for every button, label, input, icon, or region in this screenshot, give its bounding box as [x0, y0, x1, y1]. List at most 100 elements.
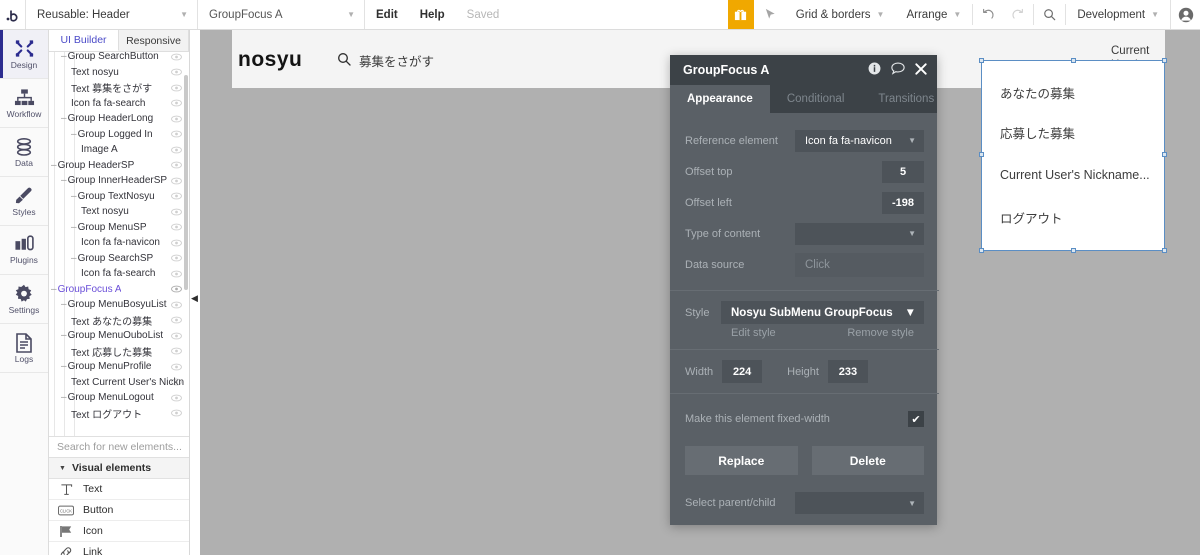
tree-expand-dash-icon[interactable]: –: [61, 361, 67, 372]
sidebar-item-design[interactable]: Design: [0, 30, 48, 79]
group-focus-a-selected[interactable]: あなたの募集 応募した募集 Current User's Nickname...…: [979, 58, 1167, 253]
resize-handle-n[interactable]: [1071, 58, 1076, 63]
collapse-panel-arrow-icon[interactable]: ◀: [190, 288, 199, 308]
style-select[interactable]: Nosyu SubMenu GroupFocus ▼: [721, 301, 924, 324]
menu-help[interactable]: Help: [409, 0, 456, 29]
comment-icon[interactable]: [891, 62, 905, 78]
sidebar-item-data[interactable]: Data: [0, 128, 48, 177]
tree-row[interactable]: Icon fa fa-navicon: [49, 235, 189, 251]
visibility-eye-icon[interactable]: [171, 409, 182, 417]
tree-row[interactable]: Text あなたの募集: [49, 313, 189, 329]
sidebar-item-styles[interactable]: Styles: [0, 177, 48, 226]
visibility-eye-icon[interactable]: [171, 177, 182, 185]
tab-conditional[interactable]: Conditional: [770, 85, 862, 113]
replace-button[interactable]: Replace: [685, 446, 798, 475]
tree-expand-dash-icon[interactable]: –: [61, 392, 67, 403]
width-input[interactable]: 224: [722, 360, 763, 383]
tree-row[interactable]: Icon fa fa-search: [49, 266, 189, 282]
visibility-eye-icon[interactable]: [171, 316, 182, 324]
tree-row[interactable]: – Group MenuProfile: [49, 359, 189, 375]
visibility-eye-icon[interactable]: [171, 301, 182, 309]
info-icon[interactable]: [868, 62, 881, 78]
visibility-eye-icon[interactable]: [171, 285, 182, 293]
tree-expand-dash-icon[interactable]: –: [71, 222, 77, 233]
fixed-width-checkbox[interactable]: ✔: [908, 411, 924, 427]
resize-handle-se[interactable]: [1162, 248, 1167, 253]
search-icon[interactable]: [1034, 0, 1065, 29]
tab-transitions[interactable]: Transitions: [861, 85, 951, 113]
tab-responsive[interactable]: Responsive: [119, 30, 189, 51]
tab-ui-builder[interactable]: UI Builder: [49, 30, 119, 51]
redo-icon[interactable]: [1003, 0, 1033, 29]
tree-row[interactable]: – Group SearchButton: [49, 52, 189, 65]
visibility-eye-icon[interactable]: [171, 254, 182, 262]
sidebar-item-workflow[interactable]: Workflow: [0, 79, 48, 128]
search-new-elements-input[interactable]: Search for new elements...: [49, 436, 189, 458]
visibility-eye-icon[interactable]: [171, 99, 182, 107]
tree-row[interactable]: – Group InnerHeaderSP: [49, 173, 189, 189]
tree-row[interactable]: Text Current User's Nickn: [49, 375, 189, 391]
tree-row[interactable]: Text nosyu: [49, 204, 189, 220]
visibility-eye-icon[interactable]: [171, 363, 182, 371]
menu-edit[interactable]: Edit: [365, 0, 409, 29]
resize-handle-ne[interactable]: [1162, 58, 1167, 63]
version-selector[interactable]: Development ▼: [1066, 0, 1170, 29]
menu-item-profile[interactable]: Current User's Nickname...: [1000, 168, 1150, 182]
delete-button[interactable]: Delete: [811, 446, 924, 475]
tree-expand-dash-icon[interactable]: –: [71, 253, 77, 264]
sidebar-item-settings[interactable]: Settings: [0, 275, 48, 324]
resize-handle-nw[interactable]: [979, 58, 984, 63]
tree-row[interactable]: Text 応募した募集: [49, 344, 189, 360]
tree-row[interactable]: – Group MenuBosyuList: [49, 297, 189, 313]
tree-row[interactable]: – Group MenuLogout: [49, 390, 189, 406]
app-logo-icon[interactable]: [0, 0, 26, 29]
visibility-eye-icon[interactable]: [171, 332, 182, 340]
palette-item-button[interactable]: CLICK Button: [49, 500, 189, 521]
menu-item-oubo[interactable]: 応募した募集: [1000, 123, 1075, 142]
tree-expand-dash-icon[interactable]: –: [61, 175, 67, 186]
palette-item-icon[interactable]: Icon: [49, 521, 189, 542]
element-selector[interactable]: GroupFocus A ▼: [198, 0, 365, 29]
visibility-eye-icon[interactable]: [171, 53, 182, 61]
remove-style-link[interactable]: Remove style: [847, 327, 914, 339]
height-input[interactable]: 233: [827, 360, 868, 383]
dialog-titlebar[interactable]: GroupFocus A: [670, 55, 937, 85]
visibility-eye-icon[interactable]: [171, 223, 182, 231]
tree-expand-dash-icon[interactable]: –: [61, 52, 67, 62]
tree-expand-dash-icon[interactable]: –: [71, 129, 77, 140]
select-parent-child-select[interactable]: ▼: [795, 492, 924, 514]
visibility-eye-icon[interactable]: [171, 378, 182, 386]
offset-top-input[interactable]: 5: [882, 160, 924, 183]
resize-handle-e[interactable]: [1162, 152, 1167, 157]
visibility-eye-icon[interactable]: [171, 208, 182, 216]
tree-expand-dash-icon[interactable]: –: [71, 191, 77, 202]
tree-row[interactable]: – Group MenuOuboList: [49, 328, 189, 344]
element-property-dialog[interactable]: GroupFocus A Appearance Conditional Tran…: [670, 55, 939, 525]
visibility-eye-icon[interactable]: [171, 347, 182, 355]
visibility-eye-icon[interactable]: [171, 192, 182, 200]
offset-left-input[interactable]: -198: [882, 191, 924, 214]
sidebar-item-plugins[interactable]: Plugins: [0, 226, 48, 275]
resize-handle-sw[interactable]: [979, 248, 984, 253]
undo-icon[interactable]: [973, 0, 1003, 29]
cursor-icon[interactable]: [754, 0, 785, 29]
close-icon[interactable]: [915, 62, 927, 78]
tree-row[interactable]: Image A: [49, 142, 189, 158]
tree-expand-dash-icon[interactable]: –: [51, 284, 57, 295]
page-selector[interactable]: Reusable: Header ▼: [26, 0, 198, 29]
visibility-eye-icon[interactable]: [171, 130, 182, 138]
tree-row[interactable]: – Group HeaderSP: [49, 158, 189, 174]
tree-expand-dash-icon[interactable]: –: [61, 113, 67, 124]
visibility-eye-icon[interactable]: [171, 146, 182, 154]
tree-row[interactable]: Icon fa fa-search: [49, 96, 189, 112]
tree-row[interactable]: – Group TextNosyu: [49, 189, 189, 205]
visibility-eye-icon[interactable]: [171, 68, 182, 76]
visibility-eye-icon[interactable]: [171, 84, 182, 92]
data-source-input[interactable]: Click: [795, 252, 924, 277]
tree-scrollbar[interactable]: [184, 75, 188, 290]
arrange-menu[interactable]: Arrange ▼: [895, 0, 972, 29]
visibility-eye-icon[interactable]: [171, 161, 182, 169]
visibility-eye-icon[interactable]: [171, 394, 182, 402]
visibility-eye-icon[interactable]: [171, 270, 182, 278]
tree-row[interactable]: Text nosyu: [49, 65, 189, 81]
